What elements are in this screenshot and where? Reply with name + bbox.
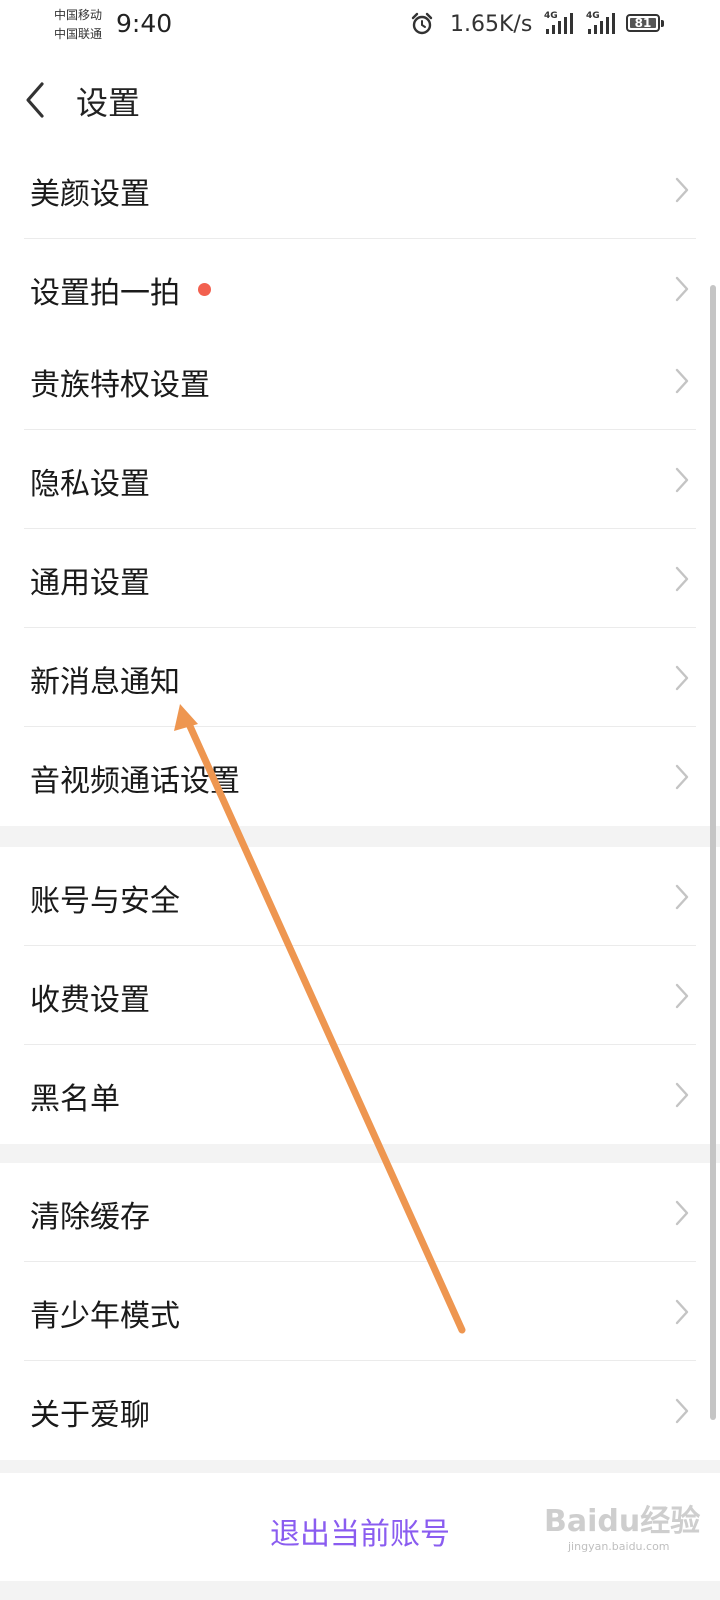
chevron-right-icon bbox=[675, 884, 689, 910]
watermark-url: jingyan.baidu.com bbox=[568, 1540, 670, 1553]
signal-1-label: 4G bbox=[544, 11, 558, 21]
status-time: 9:40 bbox=[116, 9, 173, 38]
settings-group: 清除缓存青少年模式关于爱聊 bbox=[0, 1163, 720, 1460]
chevron-right-icon bbox=[675, 276, 689, 302]
settings-row[interactable]: 黑名单 bbox=[0, 1045, 720, 1144]
watermark-logo: Baidu经验 bbox=[544, 1504, 701, 1539]
settings-row[interactable]: 设置拍一拍 bbox=[0, 239, 720, 338]
chevron-right-icon bbox=[675, 1200, 689, 1226]
chevron-right-icon bbox=[675, 1398, 689, 1424]
chevron-right-icon bbox=[675, 467, 689, 493]
settings-row-label: 清除缓存 bbox=[30, 1200, 150, 1235]
signal-2-label: 4G bbox=[586, 11, 600, 21]
settings-row-label: 音视频通话设置 bbox=[30, 764, 240, 799]
settings-row[interactable]: 美颜设置 bbox=[0, 140, 720, 239]
settings-row-label: 隐私设置 bbox=[30, 467, 150, 502]
settings-row[interactable]: 收费设置 bbox=[0, 946, 720, 1045]
carrier-names: 中国移动 中国联通 bbox=[54, 6, 102, 44]
chevron-right-icon bbox=[675, 1082, 689, 1108]
signal-icon-2: 4G bbox=[586, 11, 622, 37]
settings-row-label: 账号与安全 bbox=[30, 884, 180, 919]
back-chevron-icon[interactable] bbox=[22, 80, 48, 120]
signal-icon-1: 4G bbox=[544, 11, 580, 37]
settings-group: 账号与安全收费设置黑名单 bbox=[0, 847, 720, 1144]
settings-row-label: 美颜设置 bbox=[30, 177, 150, 212]
settings-row-label: 青少年模式 bbox=[30, 1299, 180, 1334]
settings-row-label: 新消息通知 bbox=[30, 665, 180, 700]
red-dot-badge bbox=[198, 283, 211, 296]
settings-row[interactable]: 音视频通话设置 bbox=[0, 727, 720, 826]
carrier-2: 中国联通 bbox=[54, 27, 103, 41]
scrollbar[interactable] bbox=[710, 285, 716, 1420]
settings-row[interactable]: 青少年模式 bbox=[0, 1262, 720, 1361]
settings-group: 美颜设置 设置拍一拍 bbox=[0, 140, 720, 338]
settings-row[interactable]: 新消息通知 bbox=[0, 628, 720, 727]
settings-row-label: 收费设置 bbox=[30, 983, 150, 1018]
status-bar: 中国移动 中国联通 9:40 1.65K/s 4G 4G 81 bbox=[0, 0, 720, 50]
chevron-right-icon bbox=[675, 566, 689, 592]
settings-row[interactable]: 贵族特权设置 bbox=[0, 331, 720, 430]
chevron-right-icon bbox=[675, 1299, 689, 1325]
settings-row[interactable]: 清除缓存 bbox=[0, 1163, 720, 1262]
settings-row-label: 黑名单 bbox=[30, 1082, 120, 1117]
alarm-clock-icon bbox=[411, 12, 433, 35]
nav-bar: 设置 bbox=[0, 50, 720, 140]
chevron-right-icon bbox=[675, 177, 689, 203]
settings-row[interactable]: 隐私设置 bbox=[0, 430, 720, 529]
battery-percent: 81 bbox=[634, 16, 652, 30]
settings-row[interactable]: 账号与安全 bbox=[0, 847, 720, 946]
chevron-right-icon bbox=[675, 764, 689, 790]
settings-row-label: 关于爱聊 bbox=[30, 1398, 150, 1433]
chevron-right-icon bbox=[675, 368, 689, 394]
settings-group: 贵族特权设置 隐私设置通用设置新消息通知音视频通话设置 bbox=[0, 331, 720, 826]
settings-row[interactable]: 通用设置 bbox=[0, 529, 720, 628]
battery-icon: 81 bbox=[626, 14, 664, 32]
carrier-1: 中国移动 bbox=[54, 8, 103, 22]
settings-row[interactable]: 关于爱聊 bbox=[0, 1361, 720, 1460]
settings-row-label: 设置拍一拍 bbox=[30, 276, 180, 311]
settings-row-label: 通用设置 bbox=[30, 566, 150, 601]
net-speed: 1.65K/s bbox=[450, 12, 533, 37]
settings-row-label: 贵族特权设置 bbox=[30, 368, 210, 403]
chevron-right-icon bbox=[675, 983, 689, 1009]
page-title: 设置 bbox=[76, 84, 141, 122]
chevron-right-icon bbox=[675, 665, 689, 691]
